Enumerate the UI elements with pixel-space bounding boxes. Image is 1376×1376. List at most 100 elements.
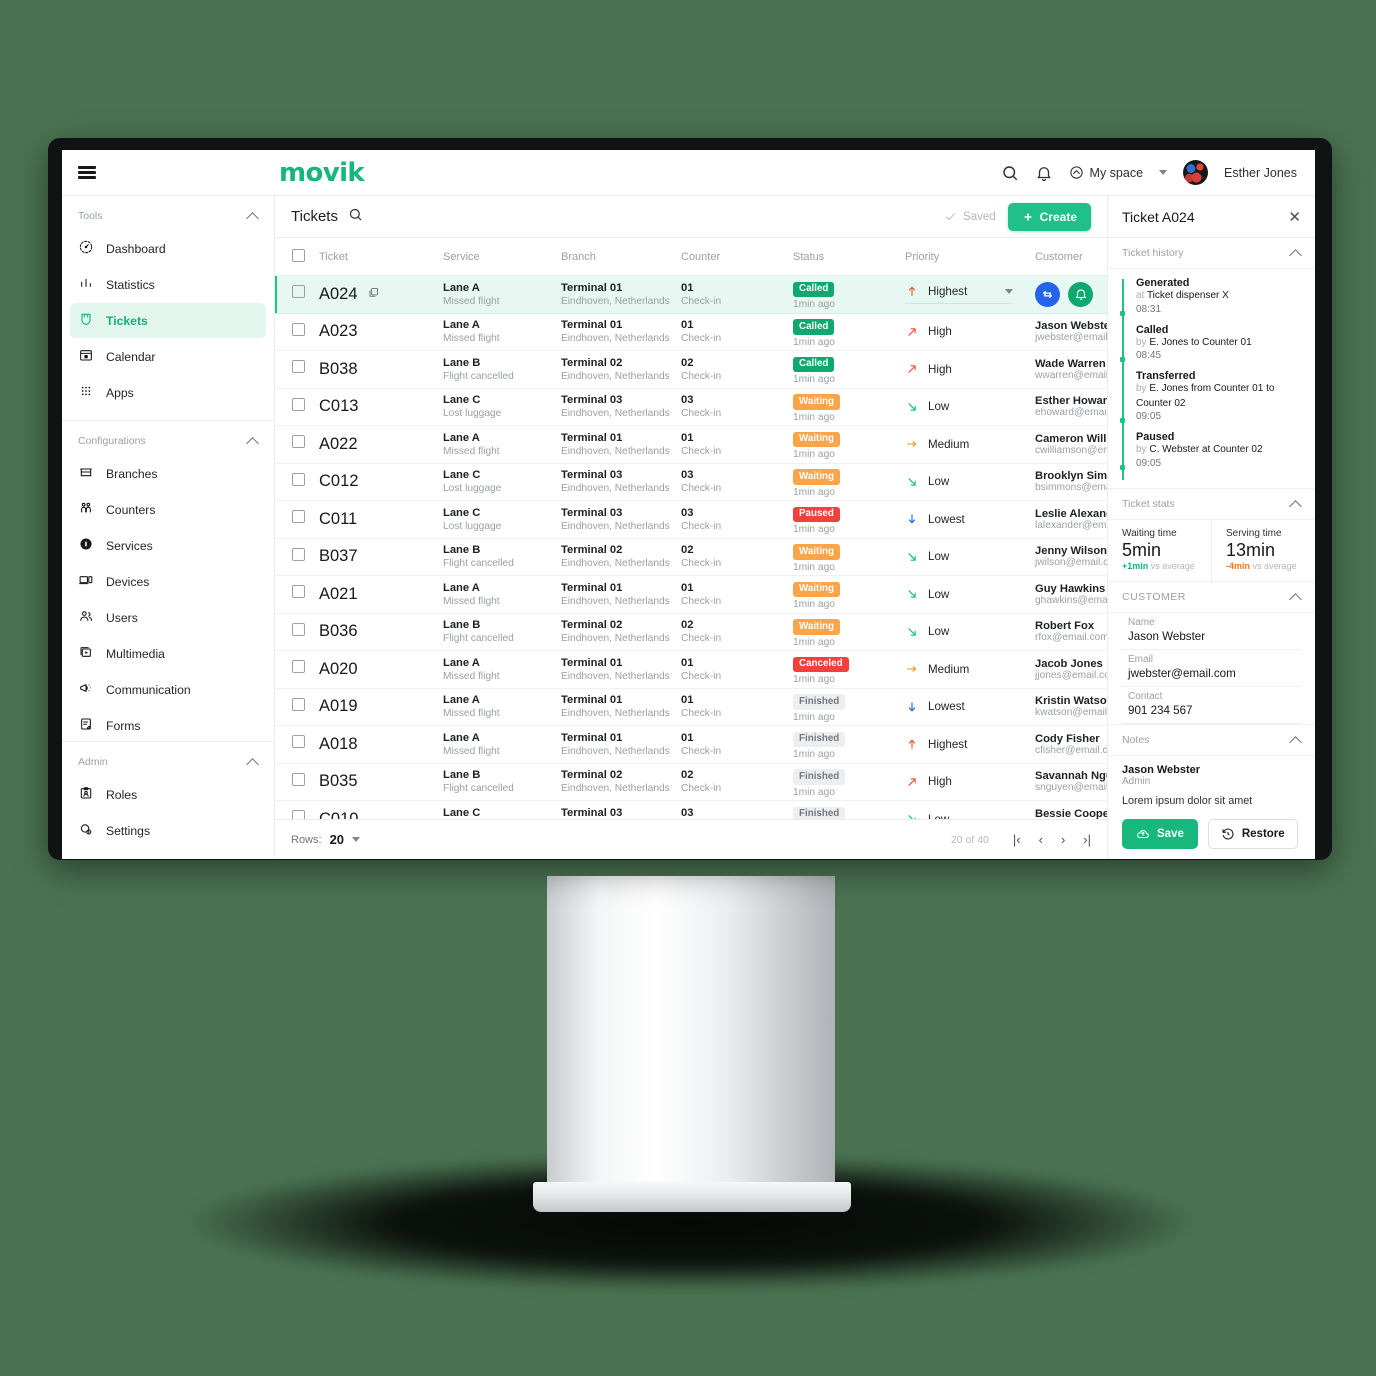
th-status[interactable]: Status: [793, 238, 905, 276]
sidebar-item-settings[interactable]: Settings: [70, 813, 266, 848]
sidebar-item-users[interactable]: Users: [70, 600, 266, 635]
chevron-up-icon[interactable]: [1291, 248, 1301, 258]
row-checkbox[interactable]: [292, 585, 305, 599]
customer-field[interactable]: Email jwebster@email.com: [1108, 650, 1315, 687]
row-select-cell[interactable]: [275, 275, 319, 314]
section-ticket-stats[interactable]: Ticket stats: [1108, 489, 1315, 520]
row-checkbox[interactable]: [292, 397, 305, 411]
hamburger-icon[interactable]: [78, 166, 96, 179]
chevron-down-icon[interactable]: [1005, 288, 1013, 294]
sidebar-item-statistics[interactable]: Statistics: [70, 267, 266, 302]
restore-button[interactable]: Restore: [1207, 819, 1298, 849]
row-select-cell[interactable]: [275, 688, 319, 726]
th-customer[interactable]: Customer: [1035, 238, 1107, 276]
sidebar-item-dashboard[interactable]: Dashboard: [70, 231, 266, 266]
row-checkbox[interactable]: [292, 472, 305, 486]
table-row[interactable]: C012 Lane C Lost luggage Terminal 03 Eindhov…: [275, 463, 1107, 501]
chevron-up-icon[interactable]: [248, 757, 258, 767]
sidebar-item-roles[interactable]: Roles: [70, 777, 266, 812]
table-row[interactable]: A023 Lane A Missed flight Terminal 01 Eindho…: [275, 313, 1107, 351]
sidebar-item-services[interactable]: Services: [70, 528, 266, 563]
row-select-cell[interactable]: [275, 500, 319, 539]
sidebar-item-branches[interactable]: Branches: [70, 456, 266, 491]
row-checkbox[interactable]: [292, 510, 305, 524]
row-checkbox[interactable]: [292, 547, 305, 561]
table-row[interactable]: A024 Lane A Missed flight Terminal 01 Eindho…: [275, 275, 1107, 314]
table-row[interactable]: C010 Lane CLost luggageTerminal 03Eindhov…: [275, 800, 1107, 819]
row-select-cell[interactable]: [275, 800, 319, 819]
row-checkbox[interactable]: [292, 322, 305, 336]
table-row[interactable]: B038 Lane B Flight cancelled Terminal 02 Ein…: [275, 350, 1107, 389]
chevron-up-icon[interactable]: [1291, 735, 1301, 745]
menu-toggle[interactable]: [62, 166, 275, 179]
row-select-cell[interactable]: [275, 613, 319, 651]
save-button[interactable]: Save: [1122, 819, 1198, 849]
row-select-cell[interactable]: [275, 425, 319, 464]
row-select-cell[interactable]: [275, 350, 319, 389]
my-space-selector[interactable]: My space: [1069, 165, 1168, 180]
close-icon[interactable]: ✕: [1288, 208, 1301, 226]
row-select-cell[interactable]: [275, 463, 319, 501]
row-checkbox[interactable]: [292, 660, 305, 674]
brand-logo[interactable]: movik: [275, 158, 365, 188]
th-priority[interactable]: Priority: [905, 238, 1035, 276]
table-row[interactable]: A022 Lane A Missed flight Terminal 01 Eindho…: [275, 425, 1107, 464]
row-select-cell[interactable]: [275, 575, 319, 614]
sidebar-item-apps[interactable]: Apps: [70, 375, 266, 410]
row-checkbox[interactable]: [292, 360, 305, 374]
row-checkbox[interactable]: [292, 772, 305, 786]
chevron-up-icon[interactable]: [248, 211, 258, 221]
row-select-cell[interactable]: [275, 538, 319, 576]
call-bell-button[interactable]: [1068, 281, 1093, 307]
create-button[interactable]: Create: [1007, 202, 1091, 231]
table-row[interactable]: A021 Lane A Missed flight Terminal 01 Eindho…: [275, 575, 1107, 614]
table-row[interactable]: C011 Lane C Lost luggage Terminal 03 Eindhov…: [275, 500, 1107, 539]
sidebar-item-calendar[interactable]: Calendar: [70, 339, 266, 374]
sidebar-item-tickets[interactable]: Tickets: [70, 303, 266, 338]
bell-icon[interactable]: [1035, 164, 1053, 182]
table-row[interactable]: B036 Lane B Flight cancelled Terminal 02 Ein…: [275, 613, 1107, 651]
section-ticket-history[interactable]: Ticket history: [1108, 238, 1315, 269]
table-row[interactable]: B035 Lane B Flight cancelled Terminal 02 Ein…: [275, 763, 1107, 801]
transfer-button[interactable]: [1035, 281, 1060, 307]
sidebar-item-multimedia[interactable]: Multimedia: [70, 636, 266, 671]
chevron-up-icon[interactable]: [1291, 592, 1301, 602]
th-branch[interactable]: Branch: [561, 238, 681, 276]
table-row[interactable]: A020 Lane A Missed flight Terminal 01 Eindho…: [275, 650, 1107, 689]
avatar[interactable]: [1183, 160, 1209, 185]
priority-select[interactable]: Highest: [905, 284, 1013, 305]
chevron-down-icon[interactable]: [352, 837, 361, 842]
sidebar-group-admin[interactable]: Admin: [62, 742, 274, 776]
row-checkbox[interactable]: [292, 435, 305, 449]
chevron-up-icon[interactable]: [248, 436, 258, 446]
section-notes[interactable]: Notes: [1108, 724, 1315, 756]
rows-per-page-select[interactable]: 20: [330, 832, 361, 847]
table-row[interactable]: A018 Lane A Missed flight Terminal 01 Eindho…: [275, 725, 1107, 764]
sidebar-item-communication[interactable]: Communication: [70, 672, 266, 707]
row-checkbox[interactable]: [292, 697, 305, 711]
sidebar-item-forms[interactable]: Forms: [70, 708, 266, 741]
section-customer[interactable]: CUSTOMER: [1108, 582, 1315, 613]
table-row[interactable]: A019 Lane A Missed flight Terminal 01 Eindho…: [275, 688, 1107, 726]
row-checkbox[interactable]: [292, 810, 305, 819]
last-page-icon[interactable]: ›|: [1083, 832, 1091, 847]
table-row[interactable]: C013 Lane C Lost luggage Terminal 03 Eindhov…: [275, 388, 1107, 426]
row-checkbox[interactable]: [292, 622, 305, 636]
sidebar-group-configurations[interactable]: Configurations: [62, 421, 274, 455]
row-select-cell[interactable]: [275, 763, 319, 801]
row-checkbox[interactable]: [292, 285, 305, 299]
first-page-icon[interactable]: |‹: [1013, 832, 1021, 847]
prev-page-icon[interactable]: ‹: [1039, 832, 1043, 847]
th-counter[interactable]: Counter: [681, 238, 793, 276]
search-icon[interactable]: [1001, 164, 1019, 182]
th-service[interactable]: Service: [443, 238, 561, 276]
customer-field[interactable]: Contact 901 234 567: [1108, 687, 1315, 724]
sidebar-item-counters[interactable]: Counters: [70, 492, 266, 527]
th-ticket[interactable]: Ticket: [319, 238, 443, 276]
sidebar-item-devices[interactable]: Devices: [70, 564, 266, 599]
row-select-cell[interactable]: [275, 313, 319, 351]
copy-icon[interactable]: [367, 285, 380, 304]
row-select-cell[interactable]: [275, 725, 319, 764]
sidebar-group-tools[interactable]: Tools: [62, 196, 274, 230]
table-search-icon[interactable]: [348, 207, 363, 227]
